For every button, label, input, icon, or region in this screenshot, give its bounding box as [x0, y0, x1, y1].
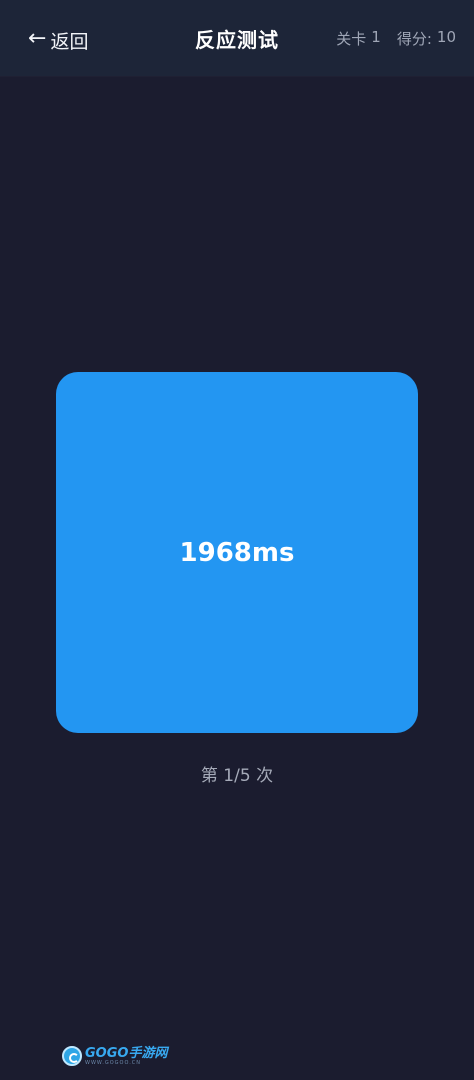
score-label: 得分:: [396, 30, 432, 48]
watermark-url: WWW.GOGOO.CN: [85, 1059, 142, 1066]
watermark-logo: GOGO手游网 WWW.GOGOO.CN: [62, 1046, 167, 1066]
score-indicator: 得分: 10: [397, 28, 456, 49]
score-value: 10: [436, 28, 456, 46]
reaction-time-display: 1968ms: [179, 537, 295, 568]
level-value: 1: [371, 28, 381, 46]
back-button[interactable]: ← 返回: [28, 24, 88, 56]
level-indicator: 关卡 1: [336, 28, 381, 49]
top-bar: ← 返回 反应测试 关卡 1 得分: 10: [0, 0, 474, 76]
reaction-test-target[interactable]: 1968ms: [56, 372, 418, 733]
watermark-brand: GOGO手游网: [85, 1045, 168, 1061]
attempt-counter: 第 1/5 次: [200, 766, 274, 786]
level-label: 关卡: [336, 30, 367, 48]
gogo-logo-icon: [62, 1046, 82, 1066]
game-stats: 关卡 1 得分: 10: [336, 28, 456, 49]
back-label: 返回: [50, 30, 89, 53]
arrow-left-icon: ←: [28, 26, 47, 51]
